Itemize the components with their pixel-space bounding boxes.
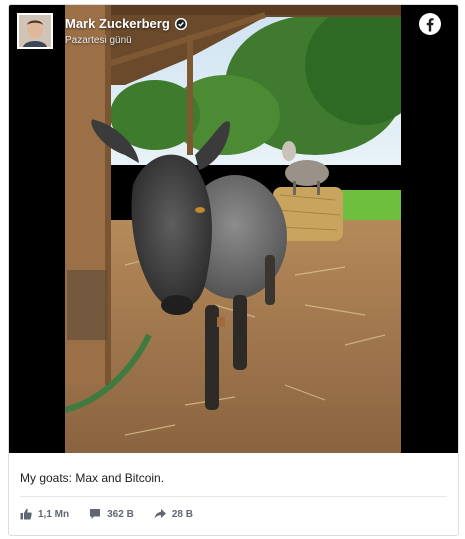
post-media[interactable]: Mark Zuckerberg Pazartesi günü — [9, 5, 458, 453]
likes-stat[interactable]: 1,1 Mn — [20, 508, 69, 520]
shares-count: 28 B — [171, 508, 193, 520]
post-date[interactable]: Pazartesi günü — [65, 35, 132, 46]
engagement-stats: 1,1 Mn 362 B 28 B — [20, 508, 213, 520]
author-name[interactable]: Mark Zuckerberg — [65, 16, 170, 31]
facebook-logo-icon[interactable] — [419, 13, 441, 35]
comments-stat[interactable]: 362 B — [89, 508, 134, 520]
share-arrow-icon — [154, 509, 166, 519]
comment-bubble-icon — [90, 509, 101, 519]
post-card: Mark Zuckerberg Pazartesi günü My goats:… — [8, 4, 459, 536]
likes-count: 1,1 Mn — [38, 508, 70, 520]
post-header: Mark Zuckerberg Pazartesi günü — [9, 5, 458, 53]
goat-photo[interactable] — [65, 5, 401, 453]
verified-badge-icon — [174, 17, 187, 30]
comments-count: 362 B — [107, 508, 134, 520]
author-name-row: Mark Zuckerberg — [65, 16, 187, 31]
shares-stat[interactable]: 28 B — [154, 508, 193, 520]
post-caption: My goats: Max and Bitcoin. — [20, 471, 165, 485]
thumbs-up-icon — [20, 508, 32, 520]
divider — [20, 496, 447, 497]
author-avatar[interactable] — [17, 13, 53, 49]
